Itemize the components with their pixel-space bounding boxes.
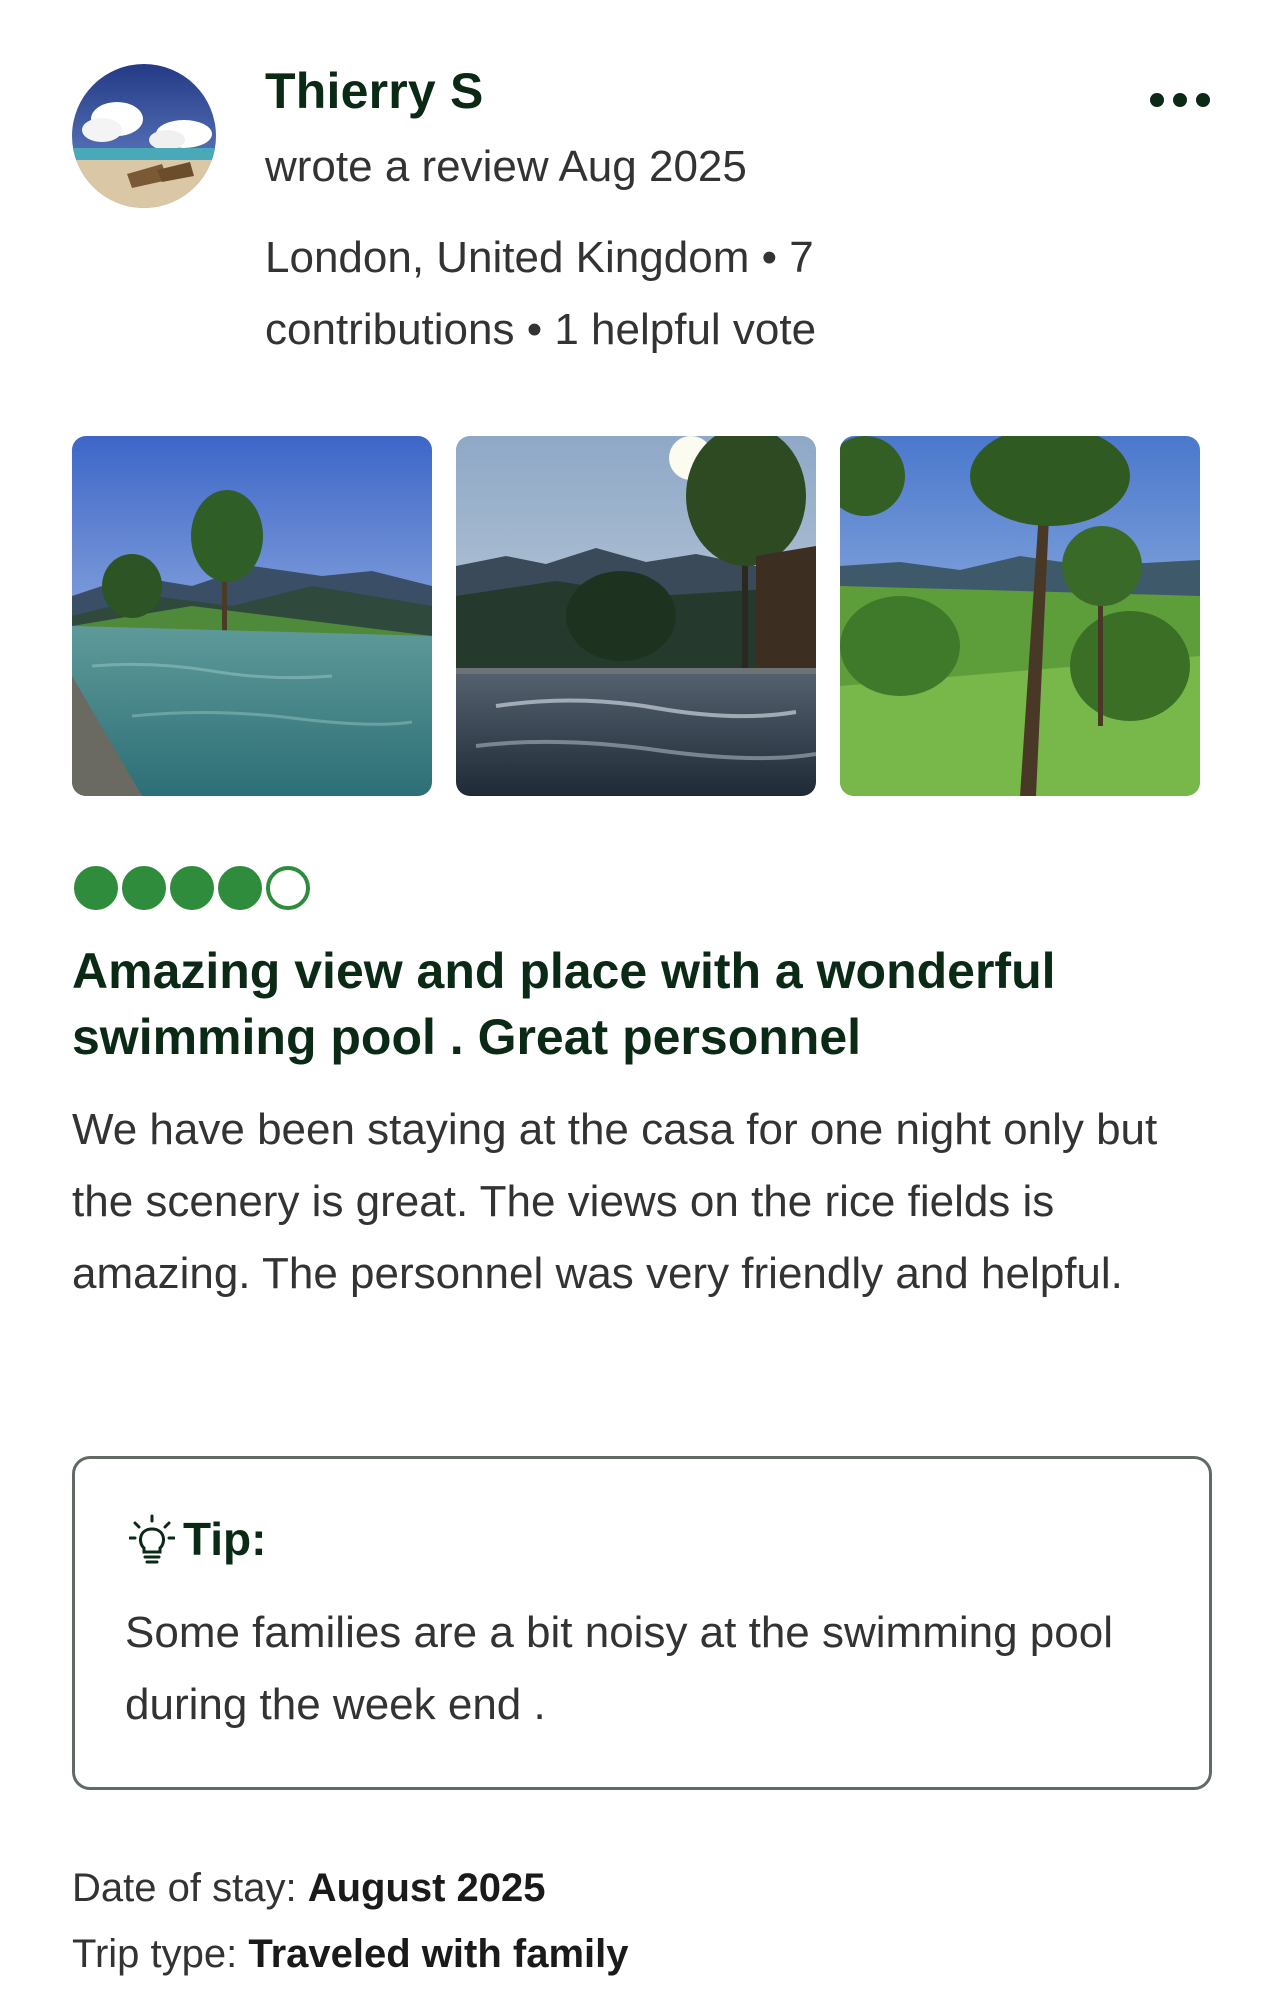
date-of-stay-value: August 2025 xyxy=(307,1866,546,1910)
rating-bubble-filled xyxy=(170,866,214,910)
rating-bubble-filled xyxy=(218,866,262,910)
review-title: Amazing view and place with a wonderful … xyxy=(72,943,1056,1065)
pool-photo-image xyxy=(72,436,432,796)
pool-sun-photo-image xyxy=(456,436,816,796)
more-horizontal-icon-dot xyxy=(1173,93,1187,107)
rating-bubble-filled xyxy=(122,866,166,910)
more-horizontal-icon-dot xyxy=(1196,93,1210,107)
reviewer-location-stats: London, United Kingdom • 7 contributions… xyxy=(265,233,817,354)
trip-type: Trip type: Traveled with family xyxy=(72,1932,629,1977)
review-photo-hillside[interactable] xyxy=(840,436,1200,796)
tip-label: Tip: xyxy=(183,1513,267,1565)
reviewer-name[interactable]: Thierry S xyxy=(265,62,484,120)
trip-type-label: Trip type: xyxy=(72,1932,238,1976)
rating-bubble-empty xyxy=(266,866,310,910)
more-horizontal-icon xyxy=(1150,93,1164,107)
rating-bubble-filled xyxy=(74,866,118,910)
review-photo-pool-sunset[interactable] xyxy=(456,436,816,796)
trip-type-value: Traveled with family xyxy=(248,1932,629,1976)
tip-header: Tip: xyxy=(129,1509,266,1569)
lightbulb-icon xyxy=(129,1514,175,1564)
beach-avatar-image xyxy=(72,64,216,208)
review-photo-pool[interactable] xyxy=(72,436,432,796)
avatar[interactable] xyxy=(72,64,216,208)
rating-bubbles xyxy=(74,866,310,916)
review-card: Thierry S wrote a review Aug 2025 London… xyxy=(0,0,1284,2014)
date-of-stay-label: Date of stay: xyxy=(72,1866,297,1910)
review-meta: wrote a review Aug 2025 xyxy=(265,142,747,191)
review-body: We have been staying at the casa for one… xyxy=(72,1105,1158,1298)
more-options-button[interactable] xyxy=(1140,82,1220,118)
hillside-photo-image xyxy=(840,436,1200,796)
tip-box: Tip: Some families are a bit noisy at th… xyxy=(72,1456,1212,1790)
date-of-stay: Date of stay: August 2025 xyxy=(72,1866,546,1911)
tip-text: Some families are a bit noisy at the swi… xyxy=(125,1608,1113,1729)
